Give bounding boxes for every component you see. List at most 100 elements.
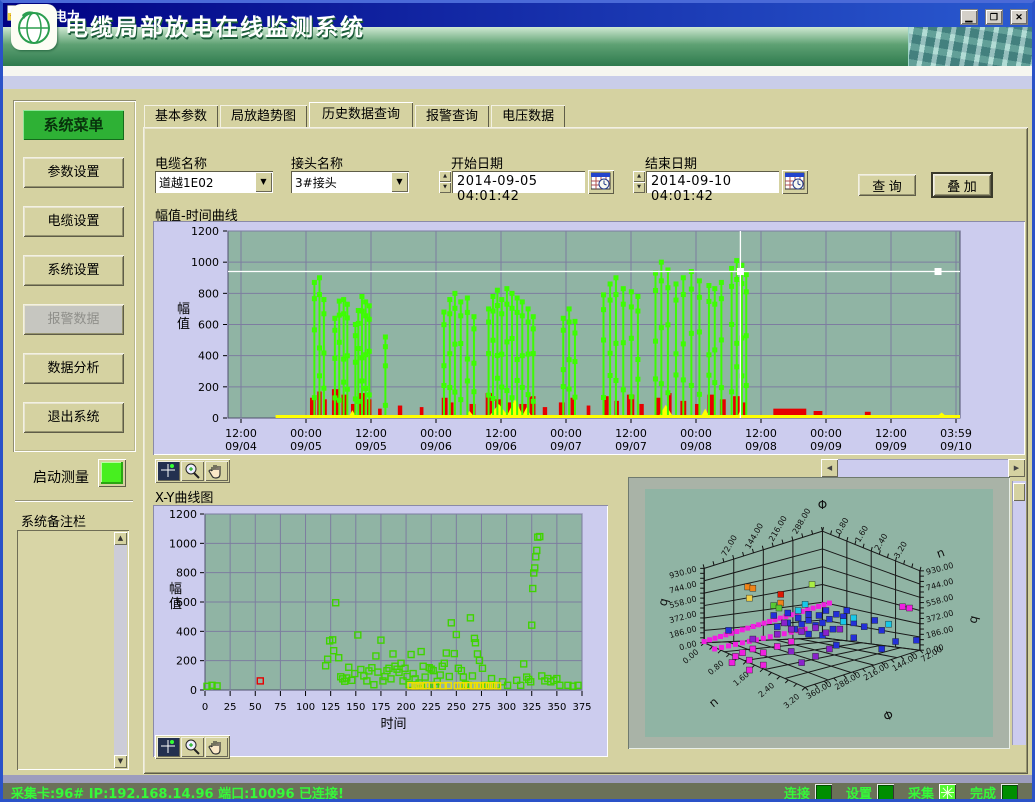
close-button[interactable]: ✕ — [1010, 9, 1028, 25]
svg-text:2.40: 2.40 — [873, 532, 890, 552]
tab-voltage-data[interactable]: 电压数据 — [491, 105, 565, 128]
zoom-tool-icon[interactable] — [181, 737, 204, 757]
svg-text:744.00: 744.00 — [668, 579, 697, 595]
maximize-button[interactable]: ❒ — [985, 9, 1003, 25]
svg-text:12:00: 12:00 — [485, 427, 517, 440]
svg-text:幅值: 幅值 — [169, 582, 182, 612]
end-date-field[interactable]: 2014-09-10 04:01:42 — [646, 171, 779, 193]
time-chart-hscrollbar[interactable]: ◀ ▶ — [821, 459, 1025, 477]
indicator-label: 连接 — [784, 783, 810, 802]
tab-basic-params[interactable]: 基本参数 — [144, 105, 218, 128]
chevron-down-icon[interactable]: ▼ — [255, 172, 272, 192]
cable-name-select[interactable]: 道越1E02 ▼ — [155, 171, 273, 193]
pan-tool-icon[interactable] — [205, 737, 228, 757]
crosshair-tool-icon[interactable] — [157, 461, 180, 481]
svg-text:200: 200 — [397, 702, 416, 713]
svg-text:09/09: 09/09 — [810, 440, 842, 453]
xy-chart-palette — [155, 735, 230, 759]
svg-text:350: 350 — [547, 702, 566, 713]
joint-name-select[interactable]: 3#接头 ▼ — [291, 171, 409, 193]
cable-name-label: 电缆名称 — [155, 153, 207, 172]
svg-text:00:00: 00:00 — [290, 427, 322, 440]
svg-text:1.60: 1.60 — [853, 524, 870, 544]
svg-text:q: q — [965, 614, 980, 625]
svg-text:03:59: 03:59 — [940, 427, 972, 440]
svg-text:00:00: 00:00 — [680, 427, 712, 440]
prpd-3d-chart[interactable]: 930.00744.00558.00372.00186.000.00930.00… — [628, 477, 1010, 749]
tab-alarm-query[interactable]: 报警查询 — [415, 105, 489, 128]
svg-text:09/07: 09/07 — [550, 440, 582, 453]
query-button[interactable]: 查 询 — [858, 174, 916, 196]
sidebar-button-data-analysis[interactable]: 数据分析 — [23, 353, 124, 384]
scroll-up-icon[interactable]: ▲ — [114, 532, 127, 545]
svg-text:558.00: 558.00 — [925, 593, 954, 609]
svg-text:09/04: 09/04 — [225, 440, 257, 453]
indicator-done: 完成 — [970, 783, 1018, 802]
svg-text:12:00: 12:00 — [875, 427, 907, 440]
chevron-down-icon[interactable]: ▼ — [391, 172, 408, 192]
svg-text:200: 200 — [198, 381, 219, 394]
start-calendar-button[interactable] — [588, 170, 614, 194]
svg-text:75: 75 — [274, 702, 287, 713]
tab-history-query[interactable]: 历史数据查询 — [309, 102, 413, 128]
crosshair-tool-icon[interactable] — [157, 737, 180, 757]
sidebar-menu-header: 系统菜单 — [23, 110, 124, 140]
amplitude-time-chart[interactable]: 02004006008001000120012:0009/0400:0009/0… — [153, 221, 1025, 455]
svg-text:09/05: 09/05 — [355, 440, 387, 453]
svg-text:0.80: 0.80 — [706, 659, 725, 677]
svg-text:800: 800 — [176, 567, 197, 580]
sidebar-button-param-settings[interactable]: 参数设置 — [23, 157, 124, 188]
svg-text:n: n — [706, 695, 721, 711]
joint-name-label: 接头名称 — [291, 153, 343, 172]
scroll-down-icon[interactable]: ▼ — [114, 755, 127, 768]
svg-text:225: 225 — [422, 702, 441, 713]
svg-text:400: 400 — [198, 350, 219, 363]
svg-text:275: 275 — [472, 702, 491, 713]
svg-text:时间: 时间 — [380, 717, 406, 732]
tab-pd-trend[interactable]: 局放趋势图 — [220, 105, 307, 128]
connection-status-text: 采集卡:96# IP:192.168.14.96 端口:10096 已连接! — [11, 783, 784, 802]
xy-chart-title: X-Y曲线图 — [155, 487, 213, 506]
svg-text:150: 150 — [346, 702, 365, 713]
led-icon — [877, 784, 894, 801]
svg-text:325: 325 — [522, 702, 541, 713]
svg-text:0.80: 0.80 — [834, 516, 851, 536]
svg-text:186.00: 186.00 — [925, 624, 954, 640]
sidebar-button-exit-system[interactable]: 退出系统 — [23, 402, 124, 433]
indicator-label: 设置 — [846, 783, 872, 802]
sidebar-button-system-settings[interactable]: 系统设置 — [23, 255, 124, 286]
overlay-button[interactable]: 叠 加 — [931, 172, 993, 198]
scroll-right-icon[interactable]: ▶ — [1008, 459, 1025, 477]
xy-curve-chart[interactable]: 0200400600800100012000255075100125150175… — [153, 505, 608, 757]
panel-vscrollbar[interactable] — [1012, 481, 1026, 745]
svg-text:n: n — [935, 545, 947, 561]
svg-text:175: 175 — [371, 702, 390, 713]
minimize-button[interactable]: ▁ — [960, 9, 978, 25]
svg-text:50: 50 — [249, 702, 262, 713]
svg-text:q: q — [655, 597, 670, 608]
sidebar-button-cable-settings[interactable]: 电缆设置 — [23, 206, 124, 237]
scroll-left-icon[interactable]: ◀ — [821, 459, 838, 477]
svg-text:09/05: 09/05 — [290, 440, 322, 453]
svg-text:12:00: 12:00 — [355, 427, 387, 440]
notes-scrollbar[interactable]: ▲ ▼ — [114, 532, 127, 768]
start-date-stepper[interactable]: ▲▼ — [439, 171, 451, 193]
end-calendar-button[interactable] — [782, 170, 808, 194]
svg-text:558.00: 558.00 — [668, 594, 697, 610]
svg-text:930.00: 930.00 — [925, 561, 954, 577]
end-date-stepper[interactable]: ▲▼ — [633, 171, 645, 193]
vscroll-thumb[interactable] — [1013, 483, 1025, 501]
system-notes-textarea[interactable]: ▲ ▼ — [17, 530, 129, 770]
bottom-strip — [3, 775, 1032, 783]
svg-text:600: 600 — [198, 319, 219, 332]
pan-tool-icon[interactable] — [205, 461, 228, 481]
svg-text:09/10: 09/10 — [940, 440, 972, 453]
start-measure-button[interactable] — [98, 459, 126, 487]
statusbar: 采集卡:96# IP:192.168.14.96 端口:10096 已连接! 连… — [3, 783, 1032, 802]
end-date-label: 结束日期 — [645, 153, 697, 172]
svg-text:09/07: 09/07 — [615, 440, 647, 453]
zoom-tool-icon[interactable] — [181, 461, 204, 481]
sidebar-divider — [15, 500, 133, 502]
start-date-field[interactable]: 2014-09-05 04:01:42 — [452, 171, 585, 193]
svg-text:930.00: 930.00 — [668, 565, 697, 581]
